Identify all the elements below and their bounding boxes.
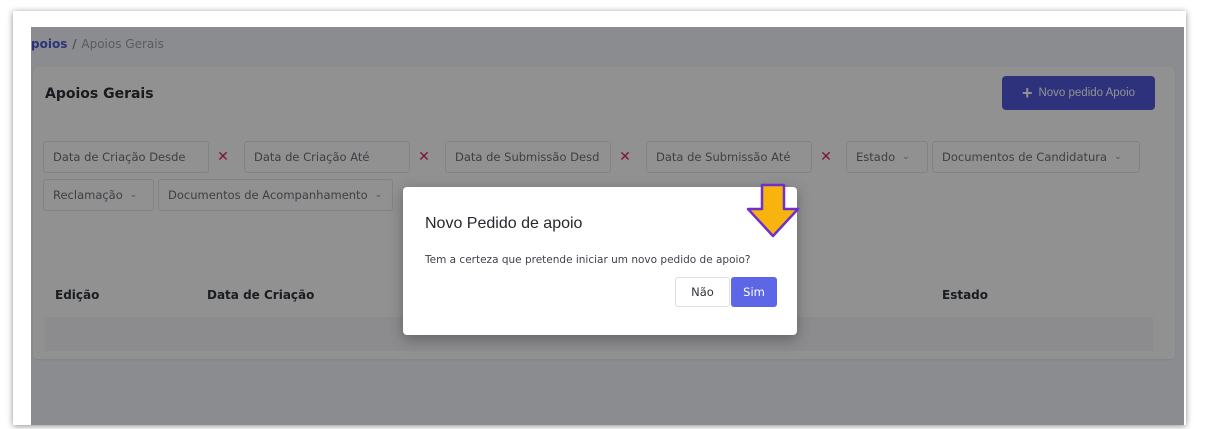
confirm-new-request-dialog: Novo Pedido de apoio Tem a certeza que p… — [403, 187, 797, 335]
cancel-button[interactable]: Não — [675, 277, 730, 307]
down-arrow-icon — [746, 183, 800, 238]
dialog-title: Novo Pedido de apoio — [425, 215, 583, 232]
dialog-message: Tem a certeza que pretende iniciar um no… — [425, 254, 751, 266]
confirm-button[interactable]: Sim — [731, 277, 777, 307]
screenshot-frame: poios / Apoios Gerais Apoios Gerais + Novo… — [13, 11, 1186, 425]
app-content: poios / Apoios Gerais Apoios Gerais + Novo… — [31, 27, 1184, 425]
